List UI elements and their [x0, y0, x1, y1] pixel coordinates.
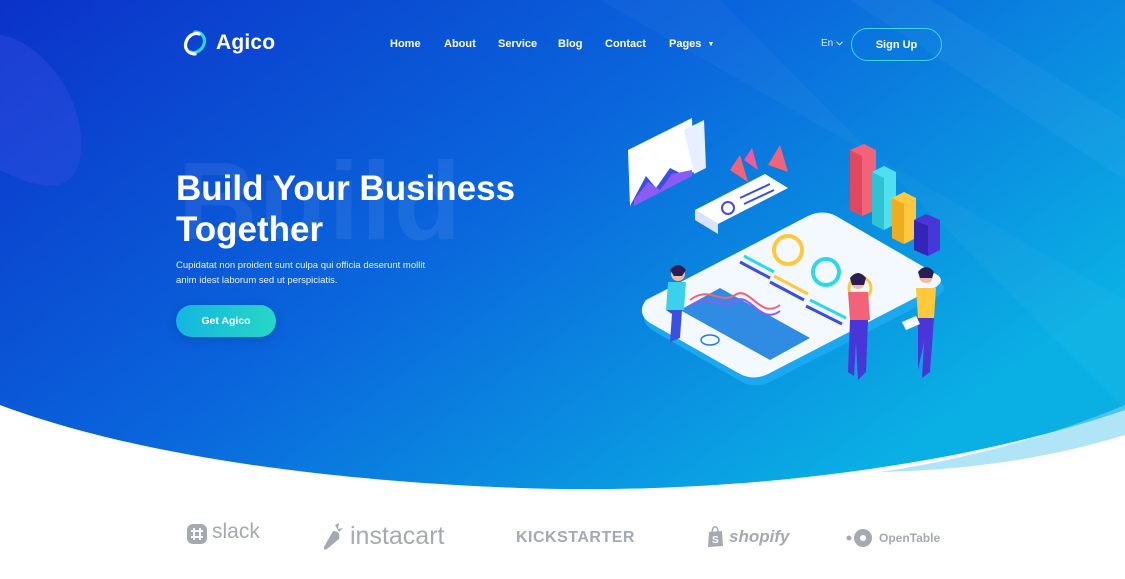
- language-selector[interactable]: En: [821, 38, 844, 49]
- headline-line-2: Together: [176, 210, 324, 249]
- hero-subtext: Cupidatat non proident sunt culpa qui of…: [176, 260, 426, 286]
- caret-down-icon: ▼: [707, 41, 715, 48]
- get-agico-button[interactable]: Get Agico: [176, 305, 276, 337]
- nav-service[interactable]: Service: [498, 38, 537, 50]
- opentable-icon: [846, 529, 872, 547]
- logo-icon: [183, 30, 207, 56]
- shopify-wordmark: shopify: [729, 526, 790, 546]
- brand-logo[interactable]: Agico: [182, 30, 275, 56]
- carrot-icon: [323, 522, 343, 550]
- list-card: [695, 145, 788, 234]
- partner-logo-instacart: instacart: [321, 522, 444, 551]
- svg-text:S: S: [712, 535, 719, 546]
- sign-up-button[interactable]: Sign Up: [851, 28, 942, 61]
- nav-home[interactable]: Home: [390, 38, 421, 50]
- instacart-wordmark: instacart: [350, 522, 445, 550]
- brand-name: Agico: [216, 31, 276, 54]
- hero-headline: Build Your Business Together: [176, 168, 596, 250]
- chevron-down-icon: [836, 41, 844, 46]
- dashboard-illustration: [628, 118, 944, 386]
- partner-logo-opentable: OpenTable: [846, 528, 940, 548]
- chart-card: [628, 118, 706, 206]
- opentable-wordmark: OpenTable: [879, 531, 941, 545]
- shopping-bag-icon: S: [708, 526, 723, 547]
- slack-wordmark: slack: [212, 520, 260, 543]
- nav-blog[interactable]: Blog: [558, 38, 582, 50]
- nav-pages[interactable]: Pages ▼: [669, 38, 714, 50]
- hero-background: [0, 0, 1125, 490]
- language-label: En: [821, 38, 834, 49]
- nav-about[interactable]: About: [444, 38, 476, 50]
- headline-line-1: Build Your Business: [176, 169, 516, 208]
- kickstarter-wordmark: KICKSTARTER: [516, 529, 635, 546]
- nav-contact[interactable]: Contact: [605, 38, 646, 50]
- nav-pages-label: Pages: [669, 38, 702, 50]
- partner-logo-kickstarter: KICKSTARTER: [516, 529, 635, 547]
- partner-logo-shopify: S shopify: [707, 526, 789, 547]
- hero-section: Agico Home About Service Blog Contact Pa…: [0, 0, 1125, 579]
- partner-logo-slack: slack: [187, 520, 260, 546]
- slack-icon: [187, 524, 207, 544]
